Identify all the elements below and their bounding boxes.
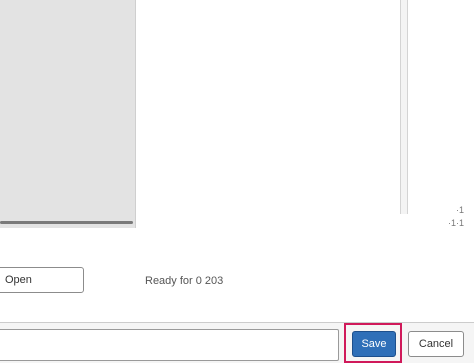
side-mark: ·1 [455, 205, 464, 215]
scrollbar-thumb[interactable] [0, 221, 133, 224]
side-marks: ·1 ·1·1 [424, 204, 464, 230]
cancel-button[interactable]: Cancel [408, 331, 464, 357]
open-button-label: Open [5, 274, 32, 286]
horizontal-scrollbar[interactable] [0, 219, 135, 227]
status-text: Ready for 0 203 [145, 275, 224, 287]
filename-input[interactable] [0, 329, 339, 361]
side-mark: ·1·1 [447, 218, 464, 228]
panel-splitter[interactable] [400, 0, 408, 214]
open-button[interactable]: Open [0, 267, 84, 293]
bottom-bar: Save Cancel [0, 322, 474, 363]
save-dialog: ·1 ·1·1 Open Ready for 0 203 Save Cancel [0, 0, 474, 363]
file-list-panel[interactable] [0, 0, 136, 228]
save-button[interactable]: Save [352, 331, 396, 357]
